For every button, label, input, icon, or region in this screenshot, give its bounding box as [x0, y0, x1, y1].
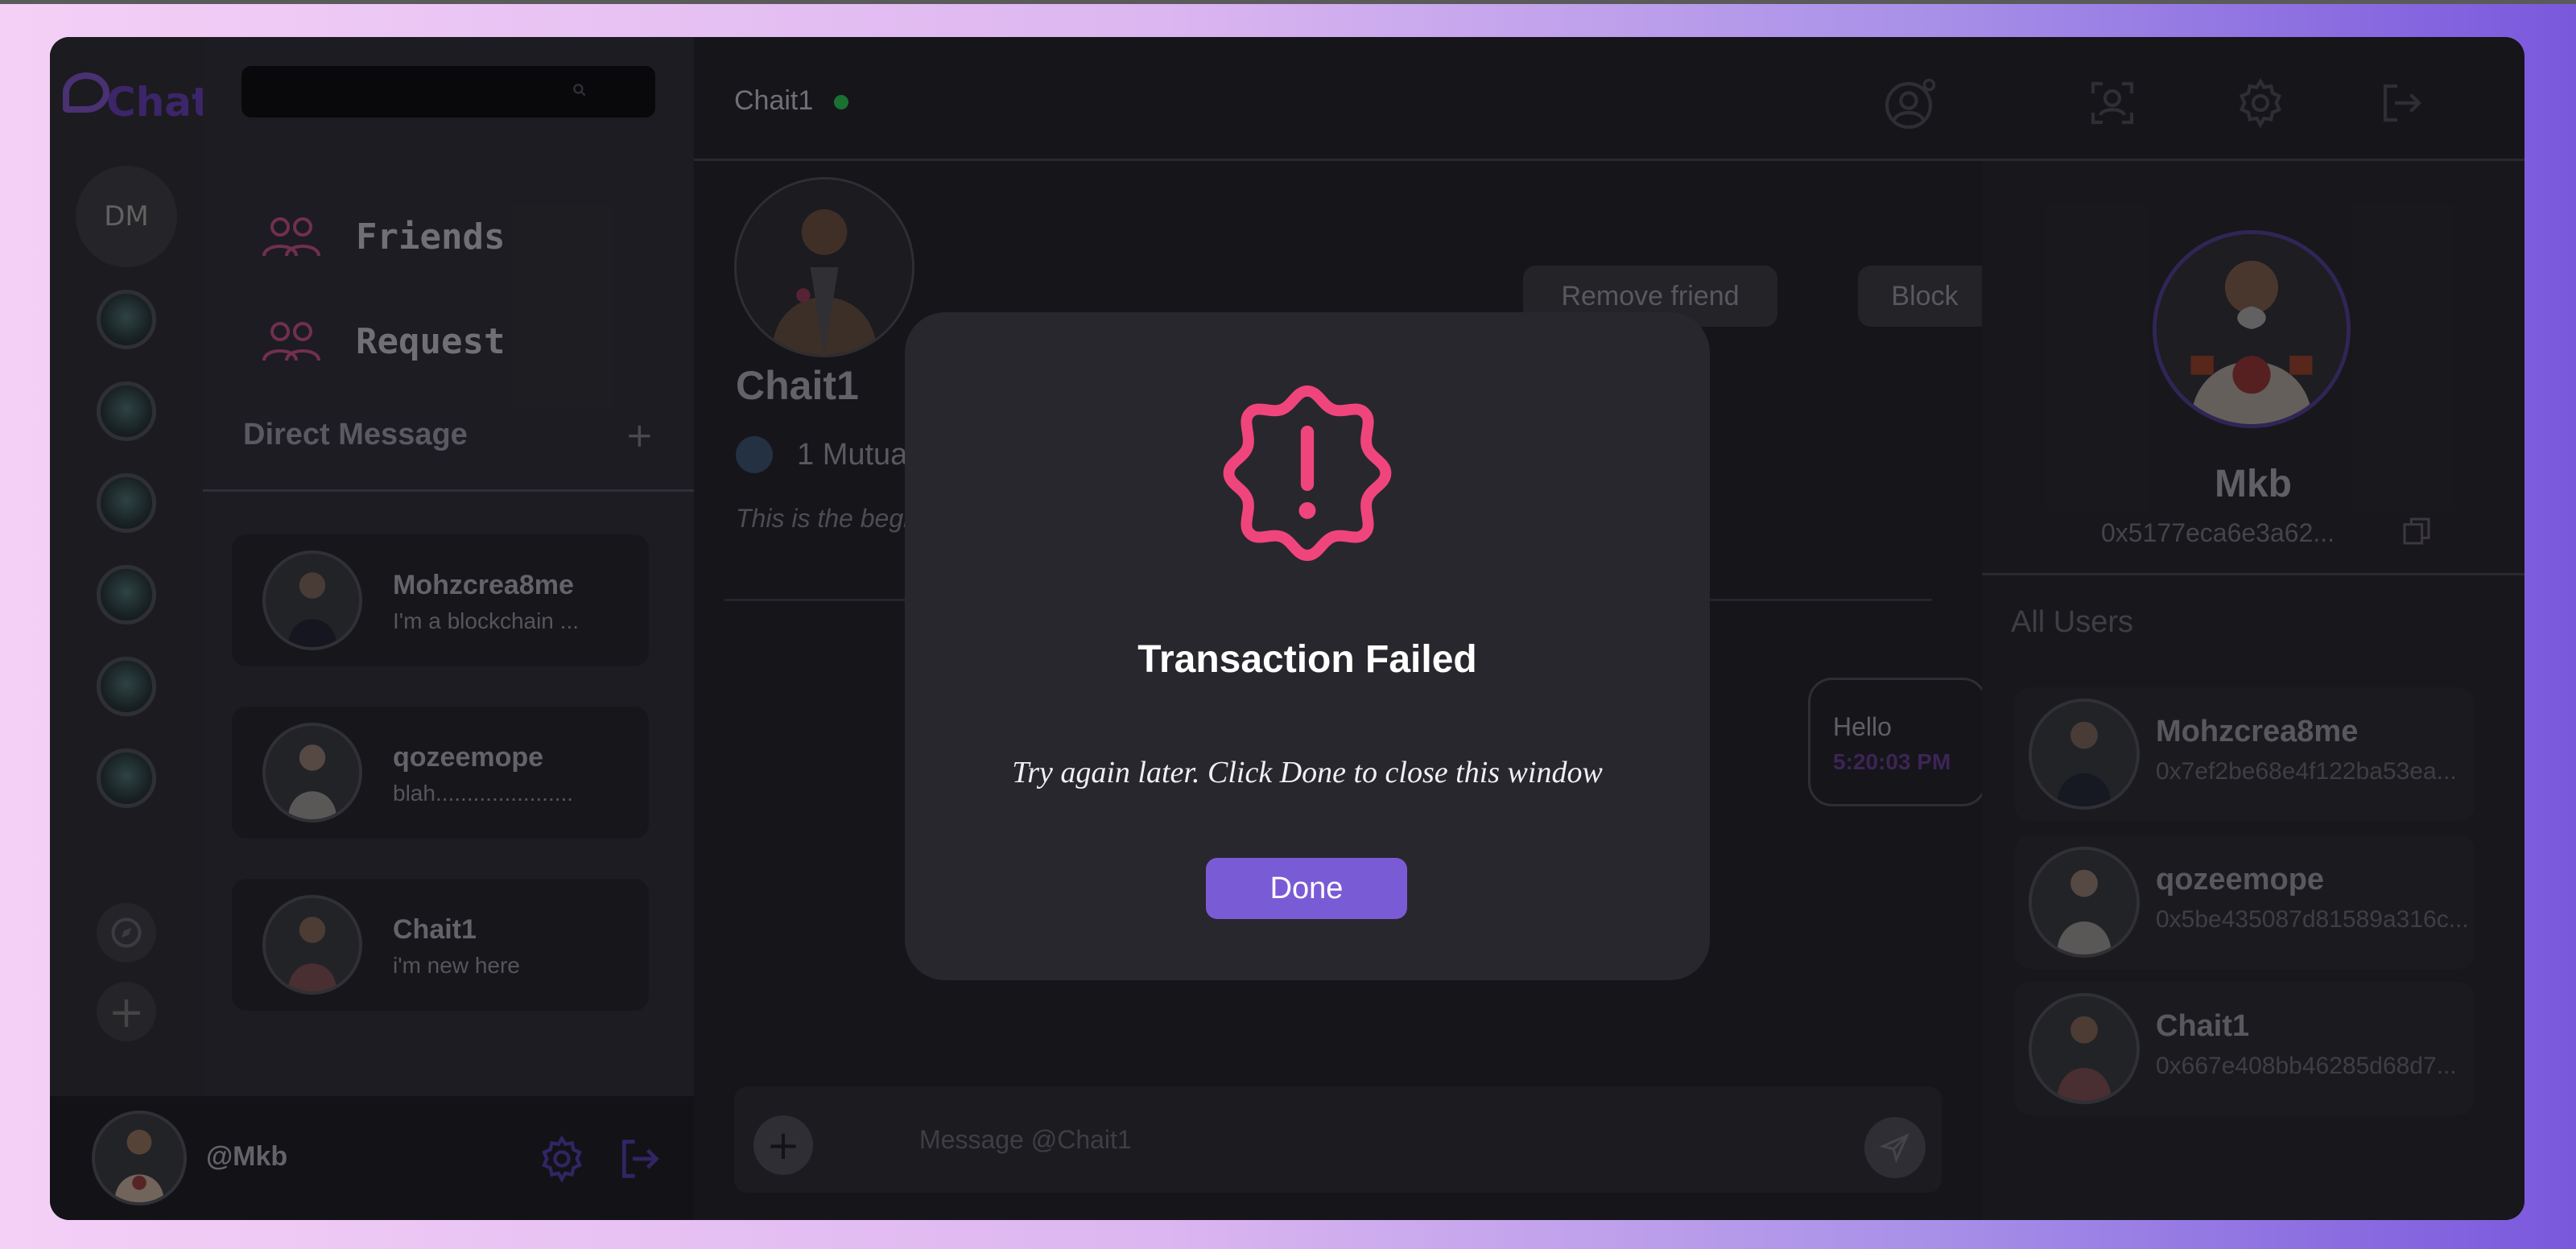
dialog-title: Transaction Failed	[1137, 638, 1477, 681]
transaction-failed-dialog: Transaction Failed Try again later. Clic…	[905, 312, 1710, 980]
dialog-message: Try again later. Click Done to close thi…	[1012, 756, 1603, 789]
alert-badge-icon	[1223, 385, 1392, 562]
done-button[interactable]: Done	[1206, 858, 1407, 919]
window-top-border	[0, 0, 2576, 4]
